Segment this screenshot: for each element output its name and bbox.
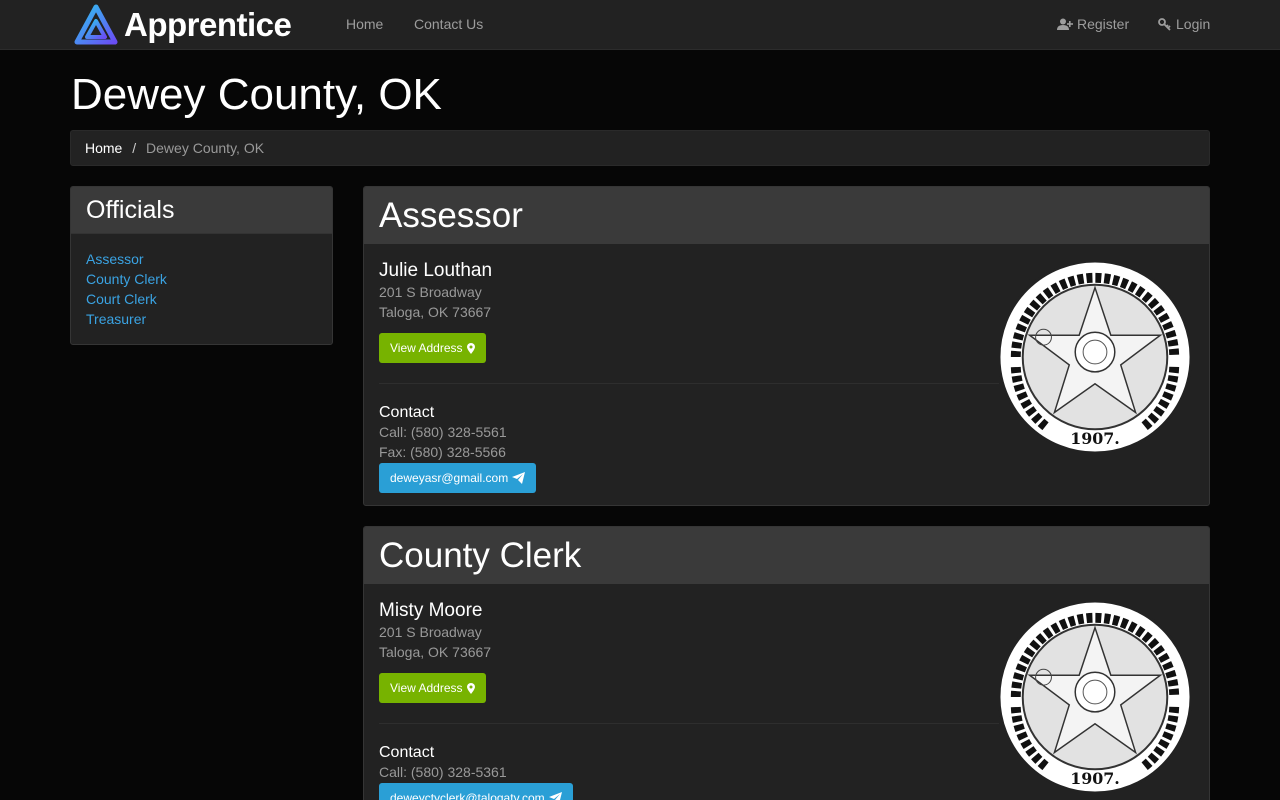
view-address-button[interactable]: View Address (379, 333, 486, 363)
sidebar-item-court-clerk[interactable]: Court Clerk (86, 291, 157, 307)
brand-logo-link[interactable]: Apprentice (74, 4, 292, 46)
register-label: Register (1077, 16, 1130, 32)
panel-body: Misty Moore 201 S Broadway Taloga, OK 73… (364, 584, 1209, 800)
top-navbar: Apprentice Home Contact Us Register Logi… (0, 0, 1280, 50)
apprentice-logo-icon (74, 4, 118, 45)
register-link[interactable]: Register (1057, 16, 1129, 32)
divider (379, 723, 999, 724)
officials-list: Assessor County Clerk Court Clerk Treasu… (71, 234, 332, 344)
sidebar-header: Officials (71, 187, 332, 234)
oklahoma-state-seal-image: 1907. (997, 259, 1193, 455)
nav-contact-us-link[interactable]: Contact Us (414, 16, 483, 32)
oklahoma-state-seal-image: 1907. (997, 599, 1193, 795)
view-address-label: View Address (390, 341, 463, 355)
divider (379, 383, 999, 384)
office-panel-county-clerk: County Clerk Misty Moore 201 S Broadway … (363, 526, 1210, 800)
panel-header: County Clerk (364, 527, 1209, 584)
page-title: Dewey County, OK (71, 70, 442, 119)
email-label: deweyctyclerk@talogatv.com (390, 791, 545, 800)
map-marker-icon (466, 682, 475, 694)
sidebar-item-treasurer[interactable]: Treasurer (86, 311, 146, 327)
paper-plane-icon (512, 472, 526, 484)
breadcrumb-current: Dewey County, OK (146, 140, 265, 156)
email-label: deweyasr@gmail.com (390, 471, 509, 485)
view-address-button[interactable]: View Address (379, 673, 486, 703)
view-address-label: View Address (390, 681, 463, 695)
sidebar-title: Officials (86, 196, 175, 224)
email-button[interactable]: deweyctyclerk@talogatv.com (379, 783, 573, 800)
paper-plane-icon (548, 792, 562, 800)
office-panel-assessor: Assessor Julie Louthan 201 S Broadway Ta… (363, 186, 1210, 506)
sidebar-item-county-clerk[interactable]: County Clerk (86, 271, 167, 287)
seal-year: 1907. (1070, 429, 1120, 448)
officials-sidebar: Officials Assessor County Clerk Court Cl… (70, 186, 333, 345)
office-title: Assessor (379, 196, 523, 235)
nav-home-link[interactable]: Home (346, 16, 383, 32)
login-link[interactable]: Login (1158, 16, 1210, 32)
email-button[interactable]: deweyasr@gmail.com (379, 463, 537, 493)
brand-name: Apprentice (124, 6, 292, 43)
map-marker-icon (466, 342, 475, 354)
panel-body: Julie Louthan 201 S Broadway Taloga, OK … (364, 244, 1209, 505)
panel-header: Assessor (364, 187, 1209, 244)
key-icon (1158, 18, 1171, 31)
login-label: Login (1176, 16, 1211, 32)
office-title: County Clerk (379, 536, 582, 575)
user-plus-icon (1057, 18, 1073, 30)
breadcrumb: Home / Dewey County, OK (70, 130, 1210, 166)
breadcrumb-home-link[interactable]: Home (85, 140, 122, 156)
seal-year: 1907. (1070, 769, 1120, 788)
breadcrumb-separator: / (132, 140, 137, 156)
sidebar-item-assessor[interactable]: Assessor (86, 251, 144, 267)
